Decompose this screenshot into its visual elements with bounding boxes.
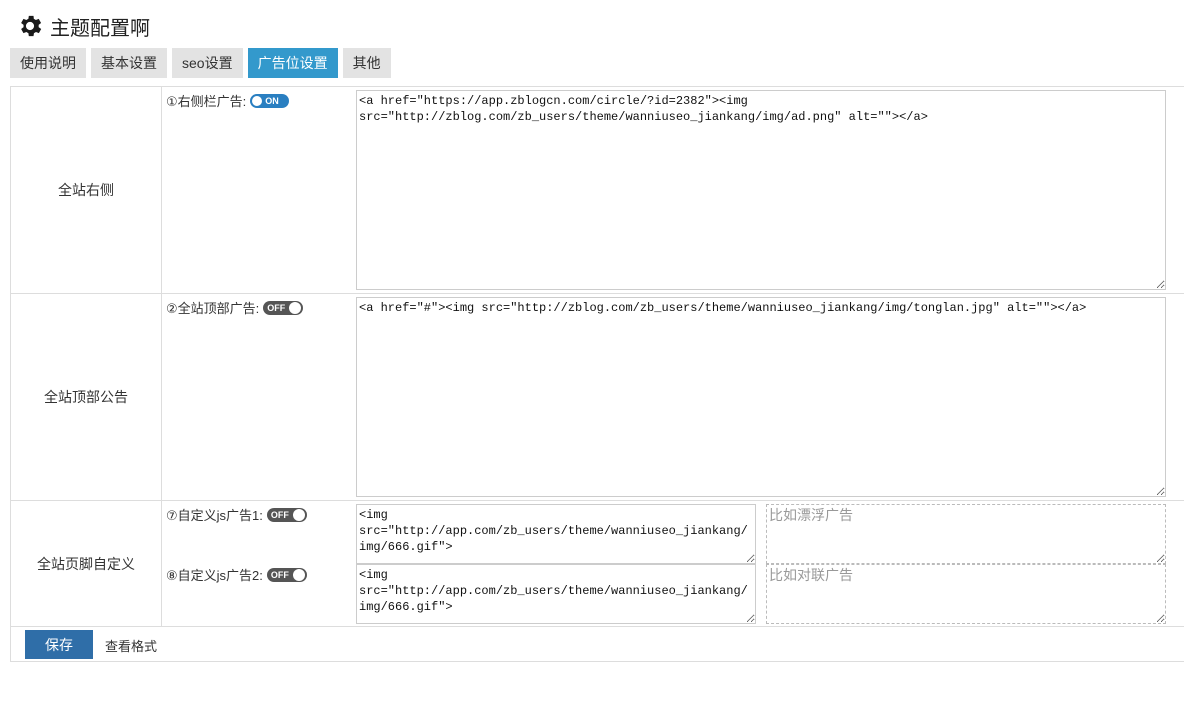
view-format-link[interactable]: 查看格式 [105,636,157,655]
page-header: 主题配置啊 [16,10,150,42]
form-footer: 保存 查看格式 [11,627,1184,661]
option-label: ①右侧栏广告: [166,94,247,109]
row-label-footer-custom: 全站页脚自定义 [11,501,162,626]
sidebar-ad-code-input[interactable]: <a href="https://app.zblogcn.com/circle/… [356,90,1166,290]
tab-other[interactable]: 其他 [342,48,391,78]
save-button[interactable]: 保存 [25,630,93,659]
top-ad-code-input[interactable]: <a href="#"><img src="http://zblog.com/z… [356,297,1166,497]
row-sidebar-ad: 全站右侧 ①右侧栏广告: ON <a href="https://app.zbl… [11,87,1184,294]
row-top-ad: 全站顶部公告 ②全站顶部广告: OFF <a href="#"><img src… [11,294,1184,501]
gear-icon [21,15,42,37]
tab-instructions[interactable]: 使用说明 [10,48,86,78]
top-ad-toggle[interactable]: OFF [263,300,304,315]
js-ad-1-note-input[interactable] [766,504,1166,564]
js-ad-1-toggle[interactable]: OFF [266,507,307,522]
option-top-ad: ②全站顶部广告: OFF [166,298,304,317]
page-title: 主题配置啊 [50,17,150,40]
option-sidebar-ad: ①右侧栏广告: ON [166,91,290,110]
row-label-sidebar: 全站右侧 [11,87,162,293]
option-js-ad-1: ⑦自定义js广告1: OFF [166,505,307,524]
option-label: ⑦自定义js广告1: [166,508,263,523]
js-ad-2-note-input[interactable] [766,564,1166,624]
option-js-ad-2: ⑧自定义js广告2: OFF [166,565,307,584]
row-footer-custom: 全站页脚自定义 ⑦自定义js广告1: OFF <img src="http://… [11,501,1184,627]
js-ad-2-toggle[interactable]: OFF [266,567,307,582]
option-label: ⑧自定义js广告2: [166,568,263,583]
row-label-top: 全站顶部公告 [11,294,162,500]
js-ad-2-code-input[interactable]: <img src="http://app.com/zb_users/theme/… [356,564,756,624]
tab-bar: 使用说明 基本设置 seo设置 广告位设置 其他 [10,48,396,78]
ad-settings-panel: 全站右侧 ①右侧栏广告: ON <a href="https://app.zbl… [10,86,1184,662]
js-ad-1-code-input[interactable]: <img src="http://app.com/zb_users/theme/… [356,504,756,564]
tab-seo-settings[interactable]: seo设置 [172,48,243,78]
sidebar-ad-toggle[interactable]: ON [250,93,290,108]
tab-ad-settings[interactable]: 广告位设置 [247,48,338,78]
option-label: ②全站顶部广告: [166,301,260,316]
tab-basic-settings[interactable]: 基本设置 [91,48,167,78]
